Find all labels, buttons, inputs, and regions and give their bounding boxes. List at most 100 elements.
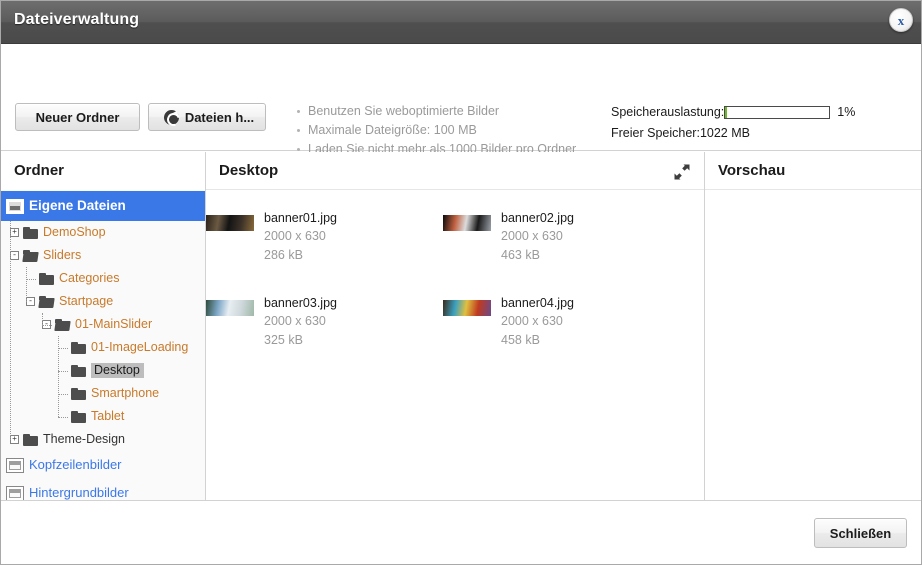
file-name: banner01.jpg — [264, 211, 337, 225]
dialog-body: Ordner Eigene Dateien + DemoShop - Sliders Ca… — [1, 152, 921, 500]
folder-tree-item[interactable]: Kopfzeilenbilder — [1, 451, 205, 479]
folder-tree-item-label: Eigene Dateien — [29, 197, 126, 213]
picture-folder-icon — [6, 485, 24, 500]
file-meta: banner02.jpg 2000 x 630 463 kB — [501, 207, 574, 292]
folder-tree-item-label: Theme-Design — [43, 431, 125, 446]
upload-circle-icon — [163, 109, 179, 125]
upload-files-button[interactable]: Dateien h... — [148, 103, 266, 131]
storage-usage-progress-fill — [725, 106, 728, 118]
preview-panel: Vorschau — [705, 152, 921, 500]
folder-tree-item[interactable]: Tablet — [1, 405, 205, 428]
upload-hint: Benutzen Sie weboptimierte Bilder — [297, 102, 597, 121]
folder-icon — [23, 226, 38, 239]
folder-tree-item[interactable]: -01-MainSlider — [1, 313, 205, 336]
tree-collapse-icon[interactable]: - — [10, 251, 19, 260]
file-item[interactable]: banner01.jpg 2000 x 630 286 kB — [206, 207, 436, 292]
tree-guide-line — [26, 267, 27, 302]
file-size: 325 kB — [264, 333, 303, 347]
tree-expand-icon[interactable]: + — [10, 435, 19, 444]
tree-guide-line — [58, 370, 68, 372]
folder-tree-item[interactable]: 01-ImageLoading — [1, 336, 205, 359]
folder-icon — [71, 410, 86, 423]
tree-guide-line — [42, 313, 43, 325]
storage-free-row: Freier Speicher: 1022 MB — [611, 124, 911, 142]
file-meta: banner01.jpg 2000 x 630 286 kB — [264, 207, 337, 292]
storage-usage-percent: 1% — [837, 105, 856, 119]
picture-folder-icon — [6, 198, 24, 214]
file-meta: banner04.jpg 2000 x 630 458 kB — [501, 292, 574, 377]
tree-collapse-icon[interactable]: - — [26, 297, 35, 306]
tree-guide-line — [58, 393, 68, 395]
folder-tree-item[interactable]: + Theme-Design — [1, 428, 205, 451]
dialog-footer: Schließen — [1, 500, 921, 564]
preview-panel-title: Vorschau — [705, 152, 921, 190]
tree-guide-line — [58, 416, 68, 418]
dialog-title: Dateiverwaltung — [14, 11, 140, 28]
folder-tree-item-label: Tablet — [91, 408, 125, 423]
file-size: 463 kB — [501, 248, 540, 262]
close-dialog-button[interactable]: Schließen — [814, 518, 907, 548]
tree-expand-icon[interactable]: + — [10, 228, 19, 237]
folder-open-icon — [22, 249, 39, 262]
folder-tree-item-label: Sliders — [43, 247, 82, 262]
close-glyph: x — [897, 12, 905, 28]
upload-files-label: Dateien h... — [184, 109, 255, 125]
folder-icon — [23, 433, 38, 446]
expand-arrows-icon[interactable] — [673, 163, 691, 181]
toolbar: Neuer Ordner Dateien h... Benutzen Sie w… — [1, 45, 921, 175]
folder-tree-item[interactable]: Hintergrundbilder — [1, 479, 205, 500]
folder-tree-item[interactable]: Smartphone — [1, 382, 205, 405]
storage-usage-row: Speicherauslastung: 1% — [611, 103, 911, 121]
file-dimensions: 2000 x 630 — [501, 314, 563, 328]
folders-panel-title: Ordner — [1, 152, 205, 190]
folder-tree-item[interactable]: Eigene Dateien — [1, 191, 205, 221]
file-meta: banner03.jpg 2000 x 630 325 kB — [264, 292, 337, 377]
picture-folder-icon — [6, 457, 24, 473]
new-folder-label: Neuer Ordner — [35, 109, 120, 125]
storage-usage-progressbar — [724, 105, 831, 119]
tree-guide-line — [58, 347, 68, 349]
file-size: 286 kB — [264, 248, 303, 262]
folder-tree-item[interactable]: Desktop — [1, 359, 205, 382]
folder-tree-item[interactable]: + DemoShop — [1, 221, 205, 244]
dialog-titlebar: Dateiverwaltung x — [1, 1, 921, 44]
folder-tree-item-label: 01-ImageLoading — [91, 339, 189, 354]
close-dialog-label: Schließen — [829, 525, 892, 541]
file-thumbnail — [206, 300, 254, 316]
file-size: 458 kB — [501, 333, 540, 347]
folder-tree-item-label: Startpage — [59, 293, 114, 308]
folder-tree-item-label: Smartphone — [91, 385, 160, 400]
file-manager-dialog: Dateiverwaltung x Neuer Ordner Dateien h… — [0, 0, 922, 565]
folder-tree-item-label: Kopfzeilenbilder — [29, 457, 122, 472]
tree-guide-line — [26, 278, 36, 280]
tree-guide-line — [42, 324, 52, 326]
file-dimensions: 2000 x 630 — [264, 229, 326, 243]
folder-icon — [71, 364, 86, 377]
file-thumbnail — [443, 215, 491, 231]
close-icon[interactable]: x — [889, 8, 913, 32]
folders-panel: Ordner Eigene Dateien + DemoShop - Sliders Ca… — [1, 152, 206, 500]
upload-hint: Maximale Dateigröße: 100 MB — [297, 121, 597, 140]
folder-icon — [71, 341, 86, 354]
folder-tree-item[interactable]: - Sliders — [1, 244, 205, 267]
storage-usage-label: Speicherauslastung: — [611, 105, 725, 119]
folder-open-icon — [38, 295, 55, 308]
folder-icon — [39, 272, 54, 285]
folder-tree-item-label: Hintergrundbilder — [29, 485, 129, 500]
folder-tree-item-label: Categories — [59, 270, 120, 285]
files-panel: Desktop banner01.jpg 2000 x 630 286 kB bann… — [206, 152, 705, 500]
file-name: banner02.jpg — [501, 211, 574, 225]
storage-info: Speicherauslastung: 1% Freier Speicher: … — [611, 103, 911, 142]
new-folder-button[interactable]: Neuer Ordner — [15, 103, 140, 131]
file-name: banner04.jpg — [501, 296, 574, 310]
folder-tree: Eigene Dateien + DemoShop - Sliders Categorie… — [1, 191, 205, 500]
files-grid: banner01.jpg 2000 x 630 286 kB banner02.jpg… — [206, 207, 704, 500]
file-item[interactable]: banner04.jpg 2000 x 630 458 kB — [443, 292, 673, 377]
file-item[interactable]: banner02.jpg 2000 x 630 463 kB — [443, 207, 673, 292]
file-item[interactable]: banner03.jpg 2000 x 630 325 kB — [206, 292, 436, 377]
folder-tree-item[interactable]: - Startpage — [1, 290, 205, 313]
folder-tree-item-label: 01-MainSlider — [75, 316, 153, 331]
folder-tree-item-label: Desktop — [91, 362, 144, 379]
file-thumbnail — [206, 215, 254, 231]
file-name: banner03.jpg — [264, 296, 337, 310]
